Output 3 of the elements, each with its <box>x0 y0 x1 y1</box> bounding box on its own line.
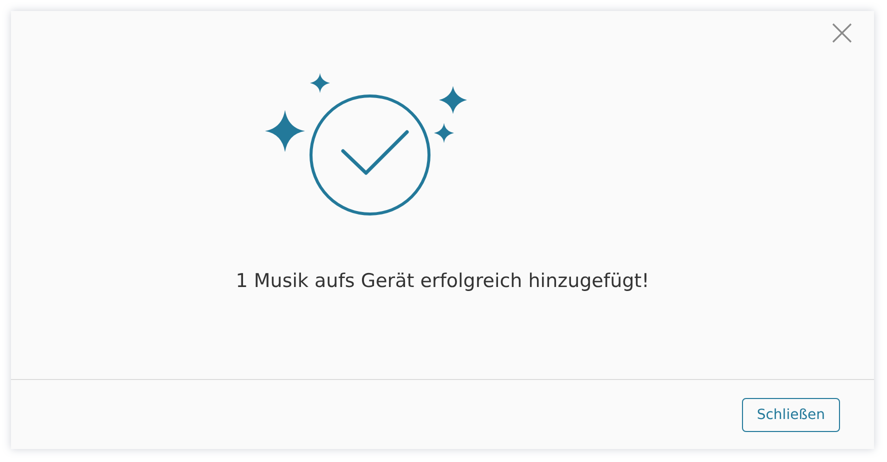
close-icon[interactable] <box>832 23 852 43</box>
close-button[interactable]: Schließen <box>742 398 840 432</box>
success-message: 1 Musik aufs Gerät erfolgreich hinzugefügt! <box>234 270 650 292</box>
